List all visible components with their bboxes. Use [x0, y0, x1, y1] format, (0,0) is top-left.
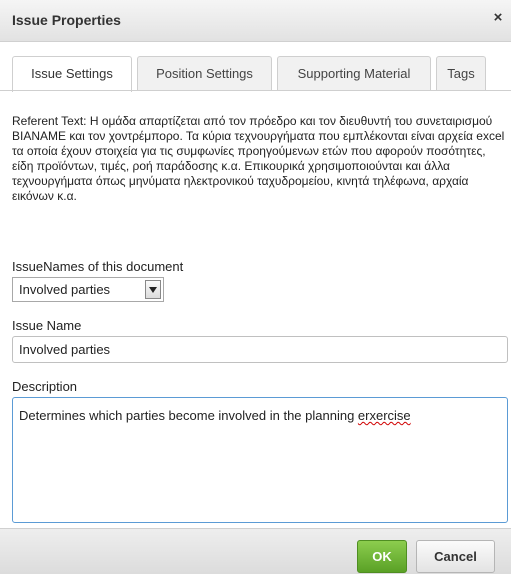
description-misspelled-word: erxercise [357, 408, 411, 423]
dialog-footer: OK Cancel [0, 528, 511, 574]
description-text: Determines which parties become involved… [19, 408, 358, 423]
issue-name-label: Issue Name [12, 318, 82, 333]
issue-names-selected: Involved parties [19, 282, 111, 297]
description-label: Description [12, 379, 78, 394]
referent-text: Referent Text: Η ομάδα απαρτίζεται από τ… [12, 114, 505, 203]
close-icon[interactable]: × [491, 10, 505, 26]
ok-button[interactable]: OK [357, 540, 407, 573]
tab-divider [0, 90, 511, 91]
description-textarea[interactable]: Determines which parties become involved… [12, 397, 508, 523]
dialog-titlebar: Issue Properties × [0, 0, 511, 42]
cancel-button[interactable]: Cancel [416, 540, 495, 573]
issue-properties-dialog: Issue Properties × Issue Settings Positi… [0, 0, 511, 574]
issue-name-input[interactable]: Involved parties [12, 336, 508, 363]
issue-names-select[interactable]: Involved parties [12, 277, 164, 302]
tab-position-settings[interactable]: Position Settings [137, 56, 272, 91]
tab-supporting-material[interactable]: Supporting Material [277, 56, 431, 91]
tab-tags[interactable]: Tags [436, 56, 486, 91]
issue-names-label: IssueNames of this document [12, 259, 184, 274]
tab-bar: Issue Settings Position Settings Support… [0, 42, 511, 92]
tab-issue-settings[interactable]: Issue Settings [12, 56, 132, 92]
dialog-title: Issue Properties [12, 12, 121, 28]
chevron-down-icon[interactable] [145, 280, 161, 299]
